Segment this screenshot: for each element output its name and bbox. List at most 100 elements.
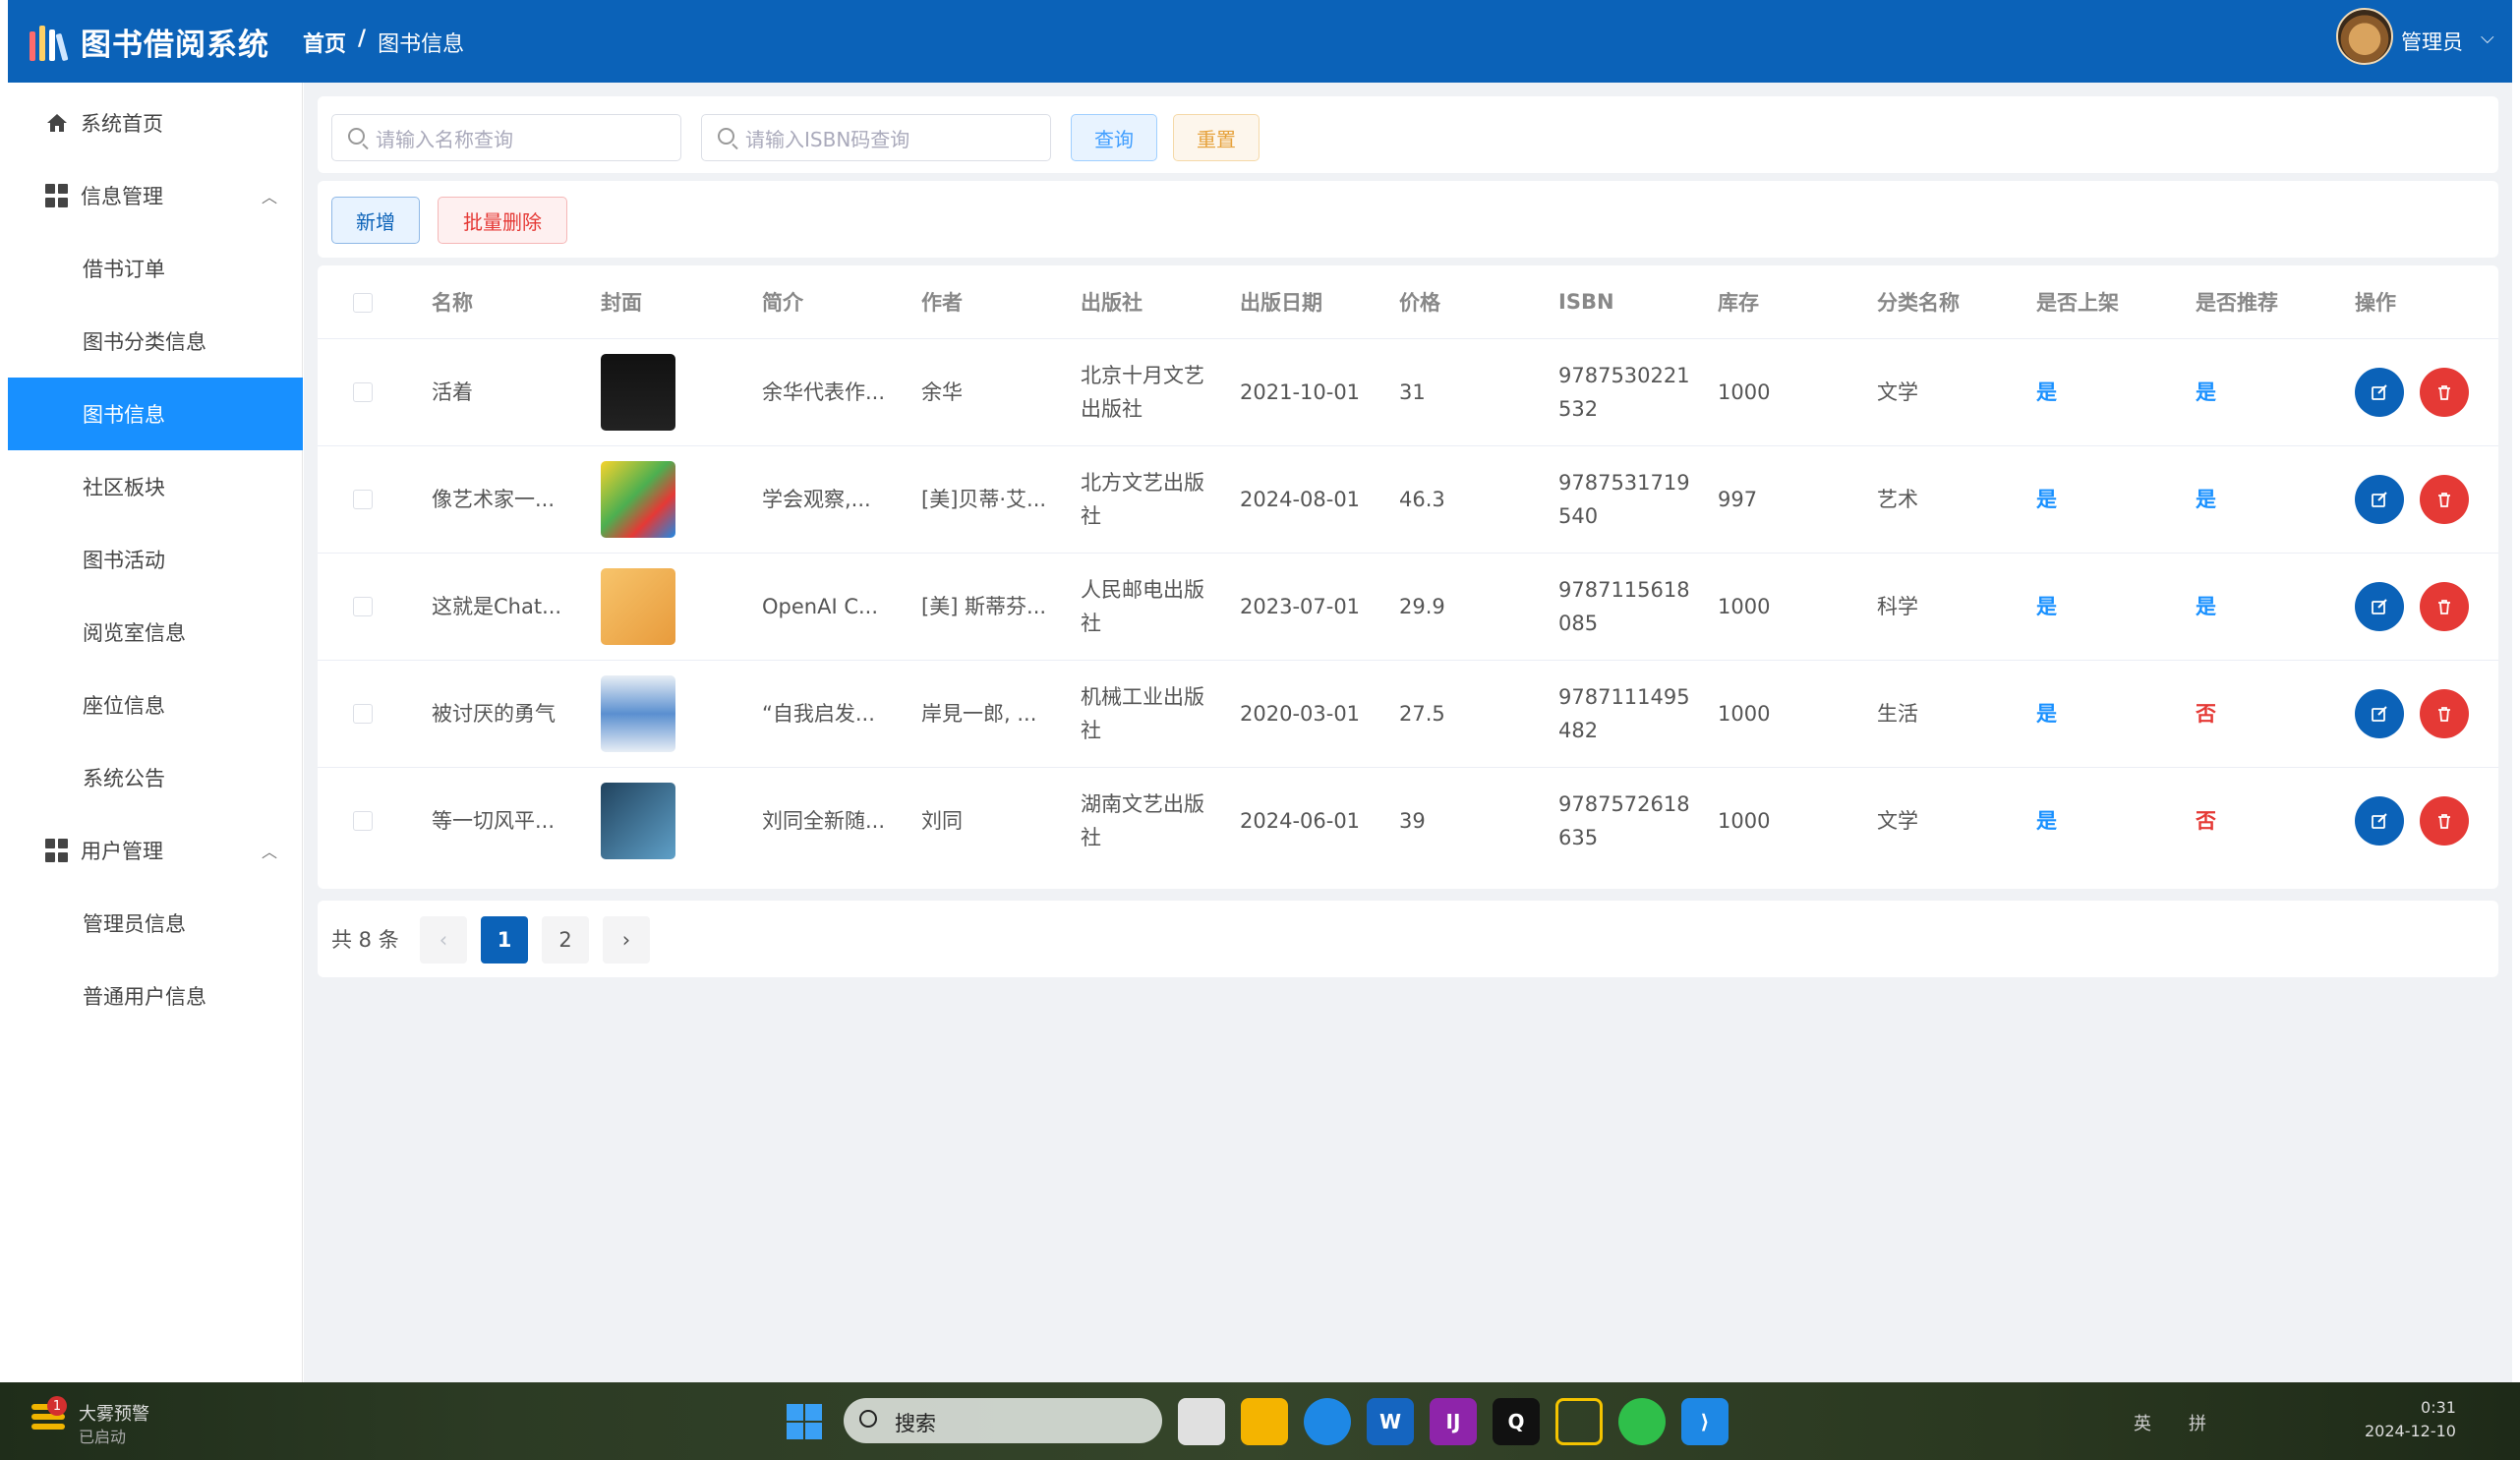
book-price: 46.3	[1399, 488, 1445, 511]
next-page-button[interactable]: ›	[603, 916, 650, 964]
delete-button[interactable]	[2420, 582, 2469, 631]
add-button[interactable]: 新增	[331, 197, 420, 244]
book-cover	[601, 783, 675, 859]
book-cover	[601, 568, 675, 645]
delete-button[interactable]	[2420, 796, 2469, 846]
baidu-netdisk-icon[interactable]	[1555, 1398, 1603, 1445]
delete-button[interactable]	[2420, 689, 2469, 738]
isbn-line: 9787115618	[1558, 578, 1690, 602]
book-cover	[601, 461, 675, 538]
column-header: 封面	[601, 291, 642, 315]
column-header: 价格	[1399, 291, 1440, 315]
windows-start-icon[interactable]	[787, 1404, 822, 1439]
main-content: 请输入名称查询 请输入ISBN码查询 查询 重置 新增 批量删除 名称 封面 简…	[304, 83, 2512, 1382]
row-checkbox[interactable]	[353, 597, 373, 616]
trash-icon	[2438, 493, 2450, 507]
column-header: 操作	[2355, 291, 2396, 315]
taskbar-clock[interactable]: 0:31 2024-12-10	[2365, 1396, 2456, 1443]
book-price: 27.5	[1399, 702, 1445, 726]
book-cover	[601, 354, 675, 431]
grid-icon	[45, 839, 69, 862]
wechat-icon[interactable]	[1618, 1398, 1666, 1445]
publisher-line: 出版社	[1081, 397, 1143, 421]
edit-button[interactable]	[2355, 475, 2404, 524]
recommended-status: 否	[2196, 809, 2216, 833]
taskbar-search-label: 搜索	[895, 1412, 936, 1435]
chevron-down-icon[interactable]: ⌵	[2481, 28, 2494, 48]
word-icon[interactable]: W	[1367, 1398, 1414, 1445]
book-isbn: 9787111495 482	[1558, 680, 1690, 747]
recommended-status: 是	[2196, 595, 2216, 618]
publisher-line: 社	[1081, 504, 1101, 528]
table-row: 这就是Chat... OpenAI C... [美] 斯蒂芬... 人民邮电出版…	[318, 553, 2498, 660]
book-isbn: 9787115618 085	[1558, 573, 1690, 640]
sidebar-item-label: 信息管理	[81, 185, 163, 208]
row-checkbox[interactable]	[353, 704, 373, 724]
book-price: 31	[1399, 380, 1426, 404]
tray-lang-pinyin[interactable]: 拼	[2189, 1410, 2206, 1435]
sidebar-item-book-categories[interactable]: 图书分类信息	[8, 305, 303, 378]
qq-icon[interactable]: Q	[1493, 1398, 1540, 1445]
chevron-up-icon: ︿	[262, 843, 278, 861]
avatar[interactable]	[2336, 8, 2393, 65]
name-search-placeholder: 请输入名称查询	[376, 127, 513, 151]
clock-time: 0:31	[2421, 1398, 2456, 1417]
edit-button[interactable]	[2355, 689, 2404, 738]
isbn-line: 532	[1558, 397, 1599, 421]
edge-browser-icon[interactable]	[1304, 1398, 1351, 1445]
row-checkbox[interactable]	[353, 490, 373, 509]
taskbar: 1 大雾预警 已启动 搜索 W IJ Q ⟩ 英 拼 0:31 2024-12-…	[0, 1382, 2520, 1460]
edit-button[interactable]	[2355, 796, 2404, 846]
breadcrumb-home[interactable]: 首页	[303, 27, 346, 58]
name-search-input[interactable]: 请输入名称查询	[331, 114, 681, 161]
sidebar-item-home[interactable]: 系统首页	[8, 87, 303, 159]
intellij-icon[interactable]: IJ	[1430, 1398, 1477, 1445]
tray-lang-en[interactable]: 英	[2134, 1410, 2151, 1435]
edit-button[interactable]	[2355, 368, 2404, 417]
sidebar-group-info-management[interactable]: 信息管理 ︿	[8, 159, 303, 232]
book-category: 文学	[1877, 380, 1918, 404]
isbn-search-input[interactable]: 请输入ISBN码查询	[701, 114, 1051, 161]
search-bar: 请输入名称查询 请输入ISBN码查询 查询 重置	[318, 96, 2498, 173]
sidebar-item-users[interactable]: 普通用户信息	[8, 960, 303, 1032]
sidebar-item-borrow-orders[interactable]: 借书订单	[8, 232, 303, 305]
book-stock: 997	[1718, 488, 1758, 511]
page-1-button[interactable]: 1	[481, 916, 528, 964]
sidebar-item-announcements[interactable]: 系统公告	[8, 741, 303, 814]
book-isbn: 9787572618 635	[1558, 788, 1690, 854]
sidebar-item-community[interactable]: 社区板块	[8, 450, 303, 523]
column-header: 是否推荐	[2196, 291, 2278, 315]
book-isbn: 9787531719 540	[1558, 466, 1690, 533]
page-2-button[interactable]: 2	[542, 916, 589, 964]
row-checkbox[interactable]	[353, 382, 373, 402]
table-row: 像艺术家一... 学会观察,... [美]贝蒂·艾... 北方文艺出版 社 20…	[318, 445, 2498, 553]
bulk-delete-button[interactable]: 批量删除	[438, 197, 567, 244]
taskbar-search[interactable]: 搜索	[844, 1398, 1162, 1443]
query-button[interactable]: 查询	[1071, 114, 1157, 161]
file-explorer-icon[interactable]	[1241, 1398, 1288, 1445]
sidebar-item-admins[interactable]: 管理员信息	[8, 887, 303, 960]
isbn-line: 9787111495	[1558, 685, 1690, 709]
vscode-icon[interactable]: ⟩	[1681, 1398, 1729, 1445]
column-header: 简介	[762, 291, 803, 315]
sidebar-group-user-management[interactable]: 用户管理 ︿	[8, 814, 303, 887]
sidebar-item-label: 图书分类信息	[83, 330, 206, 354]
sidebar-item-book-activities[interactable]: 图书活动	[8, 523, 303, 596]
sidebar-item-seats[interactable]: 座位信息	[8, 669, 303, 741]
breadcrumb-current: 图书信息	[378, 32, 465, 57]
delete-button[interactable]	[2420, 475, 2469, 524]
weather-text[interactable]: 大雾预警	[79, 1400, 149, 1426]
row-checkbox[interactable]	[353, 811, 373, 831]
reset-button[interactable]: 重置	[1173, 114, 1260, 161]
prev-page-button[interactable]: ‹	[420, 916, 467, 964]
book-stock: 1000	[1718, 809, 1771, 833]
sidebar-item-reading-rooms[interactable]: 阅览室信息	[8, 596, 303, 669]
task-view-icon[interactable]	[1178, 1398, 1225, 1445]
select-all-checkbox[interactable]	[353, 293, 373, 313]
book-name: 这就是Chat...	[432, 595, 562, 618]
sidebar-item-book-info[interactable]: 图书信息	[8, 378, 303, 450]
breadcrumb-separator: /	[358, 27, 367, 51]
user-menu-name[interactable]: 管理员	[2401, 27, 2463, 56]
edit-button[interactable]	[2355, 582, 2404, 631]
delete-button[interactable]	[2420, 368, 2469, 417]
